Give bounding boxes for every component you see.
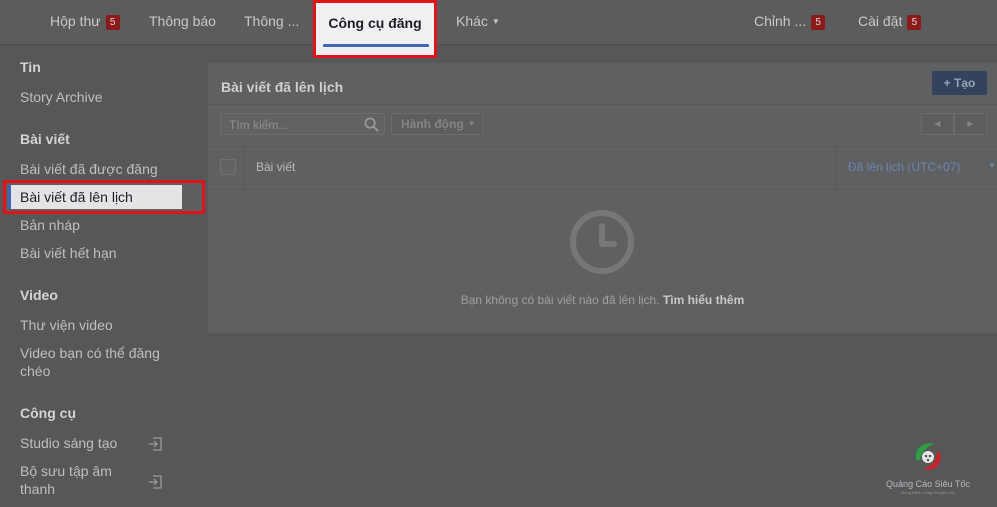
sidebar-item-scheduled-posts-label: Bài viết đã lên lịch xyxy=(20,189,133,205)
sidebar-item-sound-collection[interactable]: Bộ sưu tập âm thanh xyxy=(20,462,130,498)
sidebar-item-expired-posts[interactable]: Bài viết hết hạn xyxy=(20,244,117,262)
nav-notifications[interactable]: Thông báo xyxy=(149,13,216,29)
section-title-tools: Công cụ xyxy=(20,405,76,421)
nav-edit-label: Chỉnh ... xyxy=(754,13,807,29)
search-input[interactable]: Tìm kiếm... xyxy=(220,113,385,135)
scheduled-posts-panel: Bài viết đã lên lịch + Tạo Tìm kiếm... H… xyxy=(208,63,997,333)
search-icon xyxy=(364,117,379,132)
sidebar-item-creator-studio[interactable]: Studio sáng tạo xyxy=(20,434,117,452)
caret-down-icon: ▼ xyxy=(491,17,500,26)
watermark-logo: Quảng Cáo Siêu Tốc Đồng Hành Cùng Chuyên… xyxy=(878,438,978,498)
sidebar: Tin Story Archive Bài viết Bài viết đã đ… xyxy=(0,45,207,507)
nav-settings[interactable]: Cài đặt 5 xyxy=(858,13,922,30)
nav-settings-label: Cài đặt xyxy=(858,13,903,29)
sidebar-item-story-archive[interactable]: Story Archive xyxy=(20,88,102,106)
section-title-video: Video xyxy=(20,287,58,303)
tab-publishing-tools-label: Công cụ đăng xyxy=(328,15,422,31)
table-header: Bài viết Đã lên lịch (UTC+07) ▼ xyxy=(208,146,997,190)
column-divider xyxy=(835,147,836,189)
caret-down-icon: ▼ xyxy=(467,119,476,128)
active-tab-indicator xyxy=(323,44,429,47)
next-page-button[interactable]: ▶ xyxy=(954,113,987,135)
nav-insights[interactable]: Thông ... xyxy=(244,13,299,29)
learn-more-link[interactable]: Tìm hiểu thêm xyxy=(663,293,744,307)
sidebar-item-crosspostable-videos[interactable]: Video bạn có thể đăng chéo xyxy=(20,344,170,380)
column-header-post[interactable]: Bài viết xyxy=(256,160,295,174)
actions-dropdown[interactable]: Hành động ▼ xyxy=(391,113,483,135)
top-navigation: Hộp thư 5 Thông báo Thông ... Khác ▼ Chỉnh… xyxy=(0,0,997,45)
section-title-stories: Tin xyxy=(20,59,41,75)
logo-tagline: Đồng Hành Cùng Chuyên Gia xyxy=(901,490,955,495)
empty-state-text: Bạn không có bài viết nào đã lên lịch. xyxy=(460,293,660,307)
nav-edit[interactable]: Chỉnh ... 5 xyxy=(754,13,826,30)
section-title-posts: Bài viết xyxy=(20,131,70,147)
select-all-checkbox[interactable] xyxy=(220,159,236,175)
clock-icon xyxy=(570,210,634,274)
sidebar-item-scheduled-posts[interactable]: Bài viết đã lên lịch xyxy=(3,180,205,214)
column-header-scheduled[interactable]: Đã lên lịch (UTC+07) xyxy=(848,160,960,174)
nav-more[interactable]: Khác ▼ xyxy=(456,13,500,29)
external-link-icon xyxy=(149,475,162,489)
nav-more-label: Khác xyxy=(456,13,488,29)
page-title: Bài viết đã lên lịch xyxy=(221,79,344,95)
pagination: ◀ ▶ xyxy=(921,113,988,135)
empty-state-message: Bạn không có bài viết nào đã lên lịch. T… xyxy=(208,293,997,307)
inbox-badge: 5 xyxy=(105,15,120,30)
nav-inbox-label: Hộp thư xyxy=(50,13,101,29)
logo-mark-icon xyxy=(915,443,941,470)
actions-label: Hành động xyxy=(401,117,464,131)
search-placeholder: Tìm kiếm... xyxy=(229,118,289,132)
active-item-indicator xyxy=(8,185,11,209)
sidebar-item-drafts[interactable]: Bản nháp xyxy=(20,216,80,234)
header-divider xyxy=(208,104,997,105)
external-link-icon xyxy=(149,437,162,451)
settings-badge: 5 xyxy=(907,15,922,30)
create-post-button[interactable]: + Tạo xyxy=(932,71,987,95)
column-divider xyxy=(243,147,244,189)
logo-name: Quảng Cáo Siêu Tốc xyxy=(886,479,970,489)
prev-page-button[interactable]: ◀ xyxy=(921,113,954,135)
edit-badge: 5 xyxy=(811,15,826,30)
sort-caret-icon[interactable]: ▼ xyxy=(988,161,996,170)
nav-inbox[interactable]: Hộp thư 5 xyxy=(50,13,120,30)
sidebar-item-published-posts[interactable]: Bài viết đã được đăng xyxy=(20,160,158,178)
tab-publishing-tools[interactable]: Công cụ đăng xyxy=(313,0,437,58)
sidebar-item-video-library[interactable]: Thư viện video xyxy=(20,316,113,334)
